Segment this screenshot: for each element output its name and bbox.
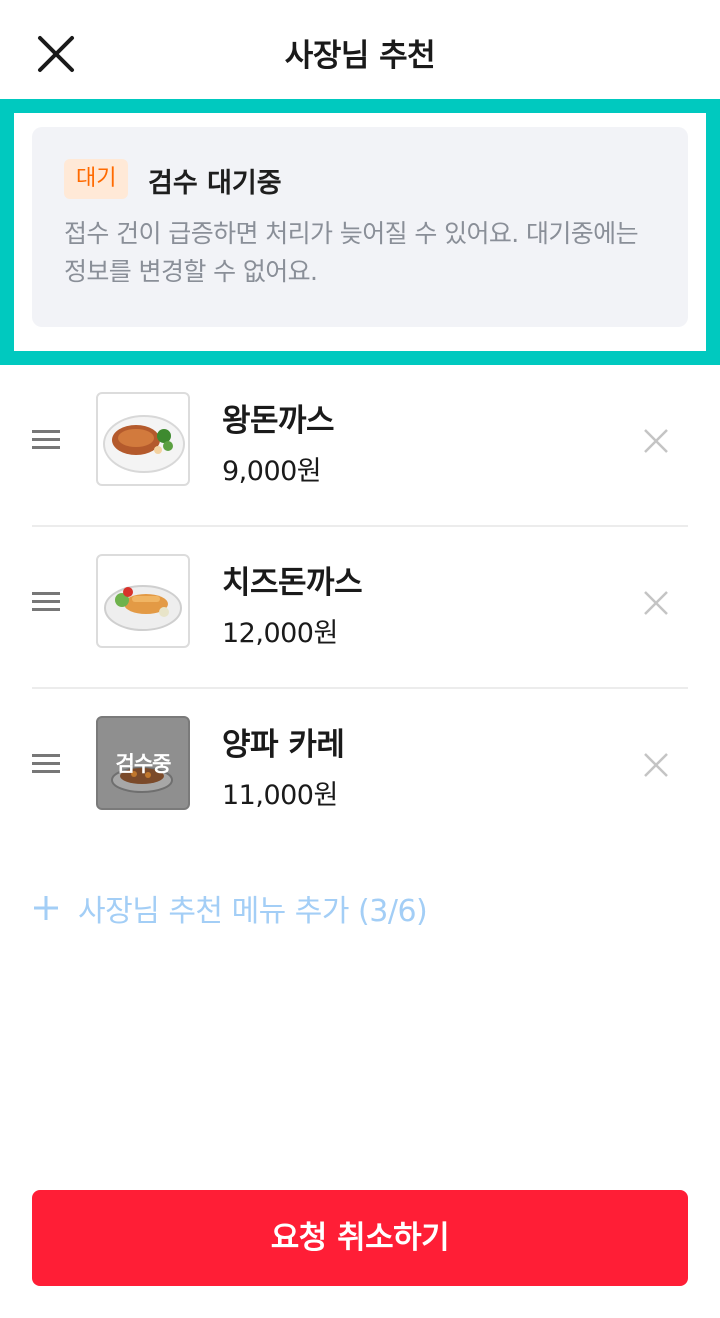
remove-button[interactable]	[636, 745, 676, 785]
close-icon	[644, 591, 668, 615]
page-title: 사장님 추천	[284, 38, 436, 74]
remove-button[interactable]	[636, 421, 676, 461]
menu-name: 왕돈까스	[222, 403, 335, 439]
drag-handle-icon[interactable]	[32, 430, 64, 452]
menu-thumbnail: 검수중	[96, 716, 190, 810]
status-title: 검수 대기중	[148, 168, 282, 199]
status-highlight-frame: 대기 검수 대기중 접수 건이 급증하면 처리가 늦어질 수 있어요. 대기중에…	[0, 99, 720, 365]
menu-name: 양파 카레	[222, 727, 345, 763]
drag-handle-icon[interactable]	[32, 592, 64, 614]
menu-item: 왕돈까스 9,000원	[32, 365, 688, 527]
menu-item: 검수중 양파 카레 11,000원	[32, 689, 688, 851]
food-image	[103, 415, 185, 473]
status-badge: 대기	[64, 159, 129, 199]
remove-button[interactable]	[636, 583, 676, 623]
add-recommended-menu-link[interactable]: 사장님 추천 메뉴 추가 (3/6)	[32, 886, 428, 930]
menu-thumbnail	[96, 554, 190, 648]
header: 사장님 추천	[0, 0, 720, 100]
menu-price: 9,000원	[222, 456, 322, 487]
screen: 사장님 추천 대기 검수 대기중 접수 건이 급증하면 처리가 늦어질 수 있어…	[0, 0, 720, 1318]
drag-handle-icon[interactable]	[32, 754, 64, 776]
cancel-request-button[interactable]: 요청 취소하기	[32, 1190, 688, 1286]
status-card: 대기 검수 대기중 접수 건이 급증하면 처리가 늦어질 수 있어요. 대기중에…	[32, 127, 688, 327]
close-icon	[644, 429, 668, 453]
menu-price: 11,000원	[222, 780, 338, 811]
menu-list: 왕돈까스 9,000원 치즈돈까스 12,000원 검수중 양파 카레 11,0…	[32, 365, 688, 851]
food-image	[104, 585, 182, 631]
menu-price: 12,000원	[222, 618, 338, 649]
close-icon	[644, 753, 668, 777]
status-description: 접수 건이 급증하면 처리가 늦어질 수 있어요. 대기중에는 정보를 변경할 …	[64, 219, 639, 286]
menu-thumbnail	[96, 392, 190, 486]
menu-item: 치즈돈까스 12,000원	[32, 527, 688, 689]
review-status-label: 검수중	[115, 752, 172, 776]
menu-name: 치즈돈까스	[222, 565, 363, 601]
add-menu-label: 사장님 추천 메뉴 추가 (3/6)	[78, 894, 428, 929]
plus-icon	[32, 894, 60, 922]
